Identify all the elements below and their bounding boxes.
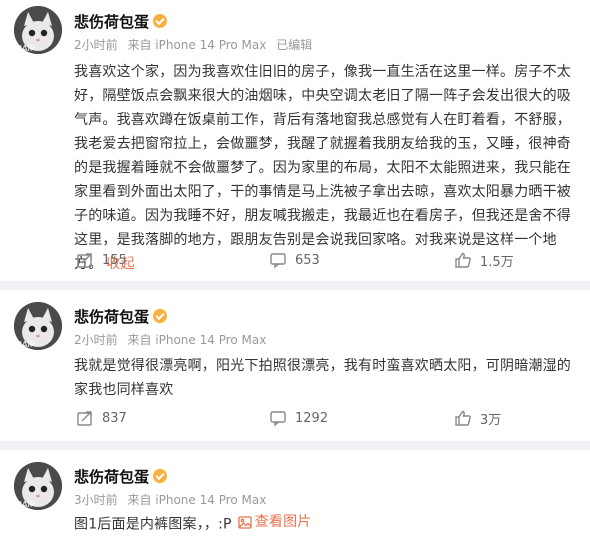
like-button[interactable]: 1.5万: [454, 250, 514, 270]
like-button[interactable]: 3万: [454, 408, 501, 428]
post-time[interactable]: 3小时前: [74, 493, 118, 507]
post-card: HAIP 悲伤荷包蛋 2小时前 来自 iPhone 14 Pro Max 已编辑…: [0, 0, 590, 290]
verified-badge-icon: [153, 14, 168, 28]
action-bar: 837 1292 3万: [76, 408, 574, 428]
post-meta: 2小时前 来自 iPhone 14 Pro Max: [74, 331, 272, 348]
post-source: 来自 iPhone 14 Pro Max: [127, 38, 267, 52]
comment-icon: [270, 411, 286, 427]
like-count: 3万: [480, 412, 502, 428]
avatar[interactable]: HAIP: [14, 462, 62, 510]
post-meta: 3小时前 来自 iPhone 14 Pro Max: [74, 491, 272, 508]
post-text: 我喜欢这个家，因为我喜欢住旧旧的房子，像我一直生活在这里一样。房子不太好，隔壁饭…: [74, 64, 571, 272]
svg-text:HAIP: HAIP: [16, 44, 35, 53]
post-time[interactable]: 2小时前: [74, 333, 118, 347]
post-meta: 2小时前 来自 iPhone 14 Pro Max 已编辑: [74, 36, 318, 53]
repost-count: 837: [102, 410, 127, 426]
comment-button[interactable]: 1292: [269, 408, 328, 428]
author-name[interactable]: 悲伤荷包蛋: [74, 306, 168, 327]
post-time[interactable]: 2小时前: [74, 38, 118, 52]
post-source: 来自 iPhone 14 Pro Max: [127, 333, 267, 347]
avatar[interactable]: HAIP: [14, 302, 62, 350]
post-card: HAIP 悲伤荷包蛋 3小时前 来自 iPhone 14 Pro Max 图1后…: [0, 450, 590, 535]
repost-count: 155: [102, 252, 127, 268]
share-icon: [77, 411, 92, 426]
comment-icon: [270, 253, 286, 269]
comment-count: 653: [295, 252, 320, 268]
like-count: 1.5万: [480, 254, 514, 270]
post-source: 来自 iPhone 14 Pro Max: [127, 493, 267, 507]
svg-text:HAIP: HAIP: [16, 340, 35, 349]
post-text: 我就是觉得很漂亮啊，阳光下拍照很漂亮，我有时蛮喜欢晒太阳，可阴暗潮湿的家我也同样…: [74, 358, 571, 398]
comment-count: 1292: [295, 410, 329, 426]
post-card: HAIP 悲伤荷包蛋 2小时前 来自 iPhone 14 Pro Max 我就是…: [0, 290, 590, 450]
picture-icon: [238, 515, 252, 529]
view-pictures-link[interactable]: 查看图片: [238, 510, 312, 534]
comment-button[interactable]: 653: [269, 250, 320, 270]
thumbs-up-icon: [455, 252, 471, 268]
edited-label[interactable]: 已编辑: [276, 38, 312, 52]
post-content: 图1后面是内裤图案，，:P 查看图片: [74, 510, 572, 537]
action-bar: 155 653 1.5万: [76, 250, 574, 270]
post-content: 我喜欢这个家，因为我喜欢住旧旧的房子，像我一直生活在这里一样。房子不太好，隔壁饭…: [74, 60, 572, 276]
avatar[interactable]: HAIP: [14, 6, 62, 54]
verified-badge-icon: [153, 469, 168, 483]
verified-badge-icon: [153, 309, 168, 323]
thumbs-up-icon: [455, 410, 471, 426]
author-name[interactable]: 悲伤荷包蛋: [74, 11, 168, 32]
post-content: 我就是觉得很漂亮啊，阳光下拍照很漂亮，我有时蛮喜欢晒太阳，可阴暗潮湿的家我也同样…: [74, 354, 572, 402]
repost-button[interactable]: 155: [76, 250, 127, 270]
post-separator: [0, 441, 590, 450]
repost-button[interactable]: 837: [76, 408, 127, 428]
svg-text:HAIP: HAIP: [16, 500, 35, 509]
share-icon: [77, 253, 92, 268]
post-separator: [0, 281, 590, 290]
post-text: 图1后面是内裤图案，，:P: [74, 516, 232, 533]
author-name[interactable]: 悲伤荷包蛋: [74, 466, 168, 487]
